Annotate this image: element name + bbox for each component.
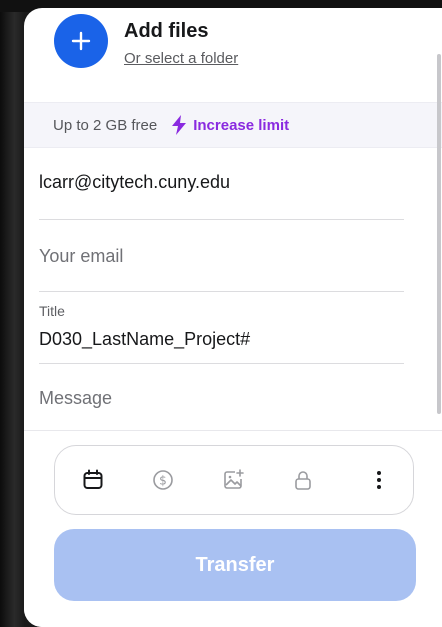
calendar-icon[interactable] (79, 466, 107, 494)
plus-icon (71, 31, 91, 51)
add-files-title[interactable]: Add files (124, 20, 208, 43)
title-divider (39, 363, 404, 364)
limit-text: Up to 2 GB free (53, 116, 158, 134)
options-toolbar: $ (54, 445, 414, 515)
scrollbar[interactable] (437, 54, 441, 414)
title-label: Title (39, 303, 65, 319)
lock-icon[interactable] (289, 466, 317, 494)
dollar-icon[interactable]: $ (149, 466, 177, 494)
image-sparkle-icon[interactable] (219, 466, 247, 494)
add-files-button[interactable] (54, 14, 108, 68)
recipient-divider (39, 219, 404, 220)
message-input[interactable]: Message (39, 388, 112, 409)
increase-limit-link[interactable]: Increase limit (193, 117, 289, 134)
svg-text:$: $ (159, 474, 167, 488)
transfer-panel: Add files Or select a folder Up to 2 GB … (24, 8, 442, 627)
recipient-email-value[interactable]: lcarr@citytech.cuny.edu (39, 172, 230, 193)
lightning-icon (171, 115, 187, 135)
more-vertical-icon[interactable] (365, 466, 393, 494)
transfer-button[interactable]: Transfer (54, 529, 416, 601)
your-email-input[interactable]: Your email (39, 246, 123, 267)
title-input[interactable]: D030_LastName_Project# (39, 329, 250, 350)
your-email-divider (39, 291, 404, 292)
background-left (0, 0, 24, 627)
limit-banner: Up to 2 GB free Increase limit (24, 102, 442, 148)
select-folder-link[interactable]: Or select a folder (124, 50, 238, 67)
bottom-actions: $ Transfer (24, 430, 442, 627)
